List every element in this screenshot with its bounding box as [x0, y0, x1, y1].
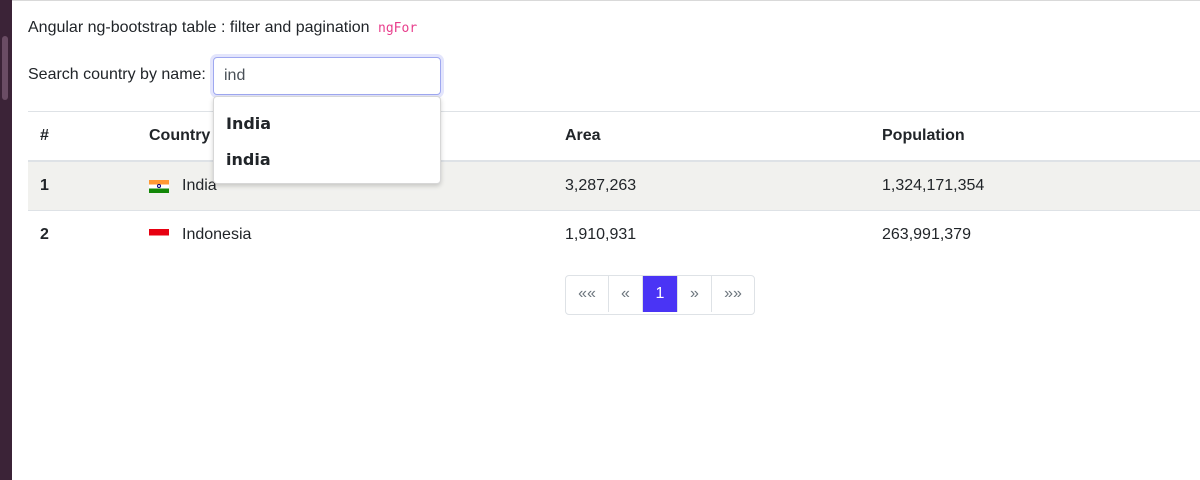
table-row: 2 Indonesia 1,910,931 263,991,379 [28, 210, 1200, 259]
typeahead-option-india-lowercase[interactable]: india [214, 141, 440, 177]
typeahead-option-india[interactable]: India [214, 105, 440, 141]
country-name: India [182, 177, 217, 194]
indonesia-flag-icon [149, 228, 169, 242]
page-title-code: ngFor [378, 21, 418, 36]
country-cell: Indonesia [149, 211, 251, 259]
next-page-button[interactable]: » [677, 276, 711, 312]
country-cell: India [149, 162, 217, 210]
page-title: Angular ng-bootstrap table : filter and … [28, 19, 417, 37]
population-cell: 263,991,379 [882, 226, 971, 243]
previous-page-button[interactable]: « [608, 276, 642, 312]
column-header-area: Area [565, 127, 601, 144]
last-page-button[interactable]: »» [711, 276, 754, 312]
search-input[interactable] [213, 57, 441, 95]
table-row: 1 India 3,287,263 1,324,171,354 [28, 161, 1200, 210]
column-header-number: # [40, 127, 49, 144]
first-page-button[interactable]: «« [566, 276, 608, 312]
country-name: Indonesia [182, 226, 252, 243]
pagination: «« « 1 » »» [565, 275, 755, 315]
scrollbar-thumb[interactable] [2, 36, 8, 100]
typeahead-dropdown: India india [213, 96, 441, 184]
column-header-country: Country [149, 127, 211, 144]
table-header-row: # Country Area Population [28, 111, 1200, 161]
row-number: 2 [40, 226, 49, 243]
column-header-population: Population [882, 127, 965, 144]
search-label: Search country by name: [28, 66, 206, 83]
page-1-button[interactable]: 1 [642, 276, 677, 312]
row-number: 1 [40, 177, 49, 194]
page-title-text: Angular ng-bootstrap table : filter and … [28, 19, 370, 36]
top-divider [12, 0, 1200, 1]
window-left-edge [0, 0, 12, 480]
area-cell: 3,287,263 [565, 177, 637, 194]
india-flag-icon [149, 179, 169, 193]
countries-table: # Country Area Population 1 India 3,287,… [28, 111, 1200, 259]
population-cell: 1,324,171,354 [882, 177, 985, 194]
area-cell: 1,910,931 [565, 226, 637, 243]
